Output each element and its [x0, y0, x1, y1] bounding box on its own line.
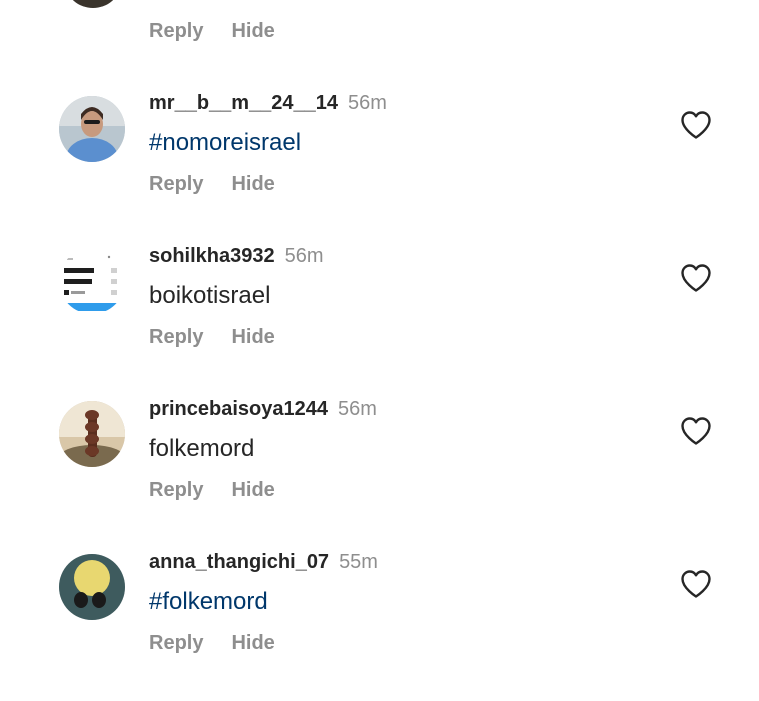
- comment-item: anna_thangichi_07 55m #folkemord Reply Hid…: [0, 551, 759, 701]
- reply-button[interactable]: Reply: [149, 20, 203, 42]
- comment-actions: Reply Hide: [149, 172, 275, 196]
- hide-button[interactable]: Hide: [231, 173, 274, 195]
- avatar[interactable]: [59, 401, 125, 467]
- comment-item: princebaisoya1244 56m folkemord Reply Hide: [0, 398, 759, 548]
- comment-item: mr__b__m__24__14 56m #nomoreisrael Reply H…: [0, 92, 759, 242]
- avatar-photo: [59, 401, 125, 467]
- avatar[interactable]: [59, 248, 125, 314]
- avatar[interactable]: [66, 0, 120, 8]
- heart-outline-icon[interactable]: [680, 416, 712, 446]
- username[interactable]: anna_thangichi_07: [149, 551, 329, 573]
- comment-text[interactable]: #folkemord: [149, 587, 268, 617]
- hide-button[interactable]: Hide: [231, 479, 274, 501]
- avatar[interactable]: [59, 96, 125, 162]
- comment-item: Reply Hide: [0, 0, 759, 60]
- comment-text[interactable]: boikotisrael: [149, 281, 270, 311]
- comment-text[interactable]: #nomoreisrael: [149, 128, 301, 158]
- timestamp: 56m: [284, 245, 324, 267]
- username[interactable]: mr__b__m__24__14: [149, 92, 338, 114]
- comment-meta: sohilkha3932 56m: [149, 245, 324, 269]
- hide-button[interactable]: Hide: [231, 632, 274, 654]
- heart-outline-icon[interactable]: [680, 110, 712, 140]
- comment-text[interactable]: folkemord: [149, 434, 254, 464]
- avatar-photo: [59, 554, 125, 620]
- comment-actions: Reply Hide: [149, 478, 275, 502]
- username[interactable]: princebaisoya1244: [149, 398, 328, 420]
- comment-meta: mr__b__m__24__14 56m: [149, 92, 387, 116]
- heart-outline-icon[interactable]: [680, 569, 712, 599]
- avatar-photo: [59, 248, 125, 314]
- timestamp: 56m: [348, 92, 387, 114]
- avatar[interactable]: [59, 554, 125, 620]
- comment-actions: Reply Hide: [149, 325, 275, 349]
- reply-button[interactable]: Reply: [149, 173, 203, 195]
- comment-meta: anna_thangichi_07 55m: [149, 551, 378, 575]
- comment-actions: Reply Hide: [149, 631, 275, 655]
- comment-meta: princebaisoya1244 56m: [149, 398, 377, 422]
- reply-button[interactable]: Reply: [149, 632, 203, 654]
- username[interactable]: sohilkha3932: [149, 245, 275, 267]
- hide-button[interactable]: Hide: [231, 326, 274, 348]
- timestamp: 55m: [339, 551, 378, 573]
- comment-actions: Reply Hide: [149, 19, 275, 43]
- hide-button[interactable]: Hide: [231, 20, 274, 42]
- reply-button[interactable]: Reply: [149, 326, 203, 348]
- avatar-photo: [59, 96, 125, 162]
- reply-button[interactable]: Reply: [149, 479, 203, 501]
- comment-item: sohilkha3932 56m boikotisrael Reply Hide: [0, 245, 759, 395]
- timestamp: 56m: [338, 398, 377, 420]
- heart-outline-icon[interactable]: [680, 263, 712, 293]
